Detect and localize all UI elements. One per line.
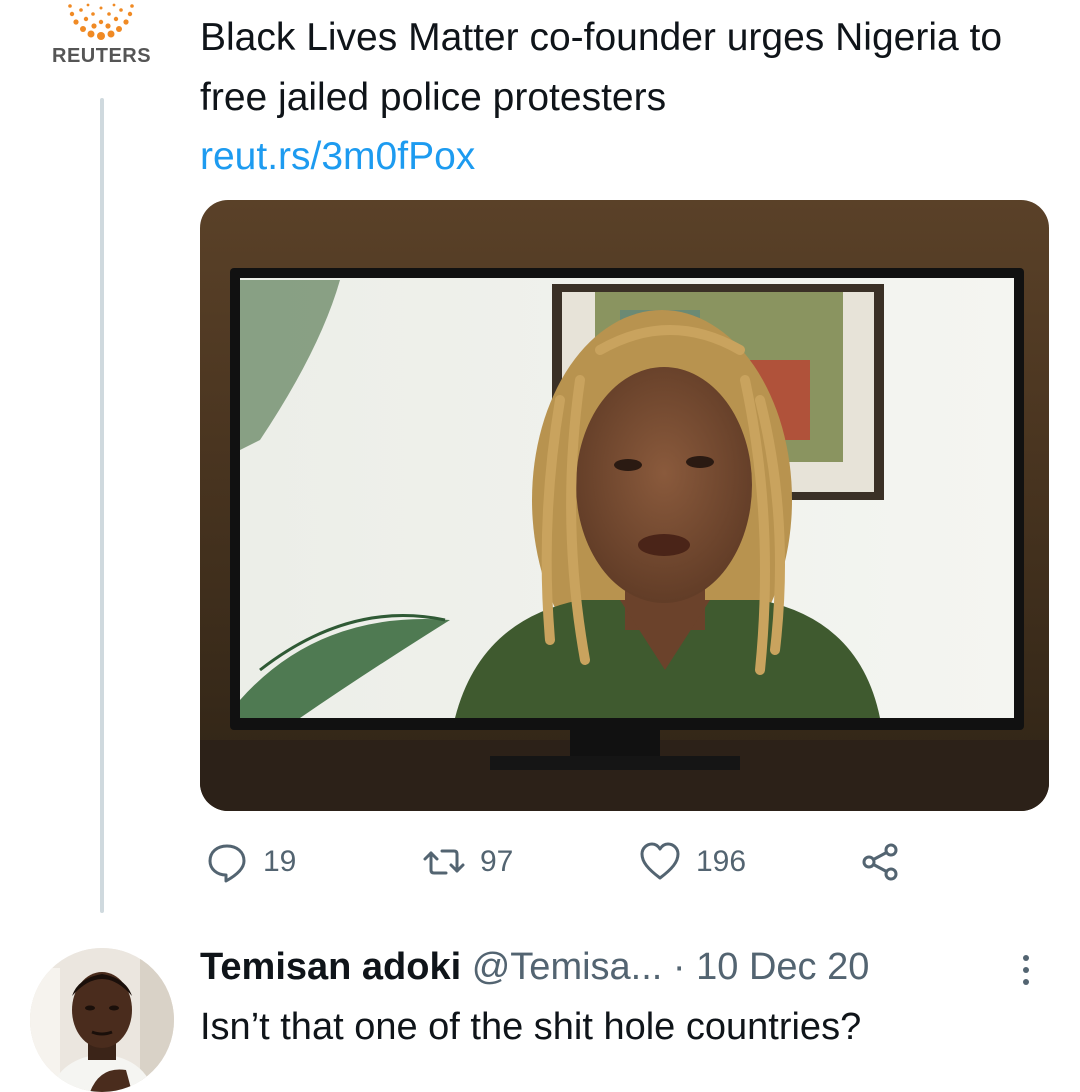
more-options-icon[interactable] xyxy=(1016,950,1036,990)
like-button[interactable]: 196 xyxy=(638,840,746,884)
reply-button[interactable]: 19 xyxy=(205,840,296,884)
like-count: 196 xyxy=(696,845,747,878)
share-icon xyxy=(862,843,898,881)
reply-count: 19 xyxy=(263,845,297,878)
tweet-link[interactable]: reut.rs/3m0fPox xyxy=(200,132,475,182)
reply-icon xyxy=(208,844,246,883)
reuters-logo-icon xyxy=(68,3,134,40)
avatar[interactable] xyxy=(30,948,174,1092)
retweet-count: 97 xyxy=(480,845,514,878)
reply-text: Isn’t that one of the shit hole countrie… xyxy=(200,1006,862,1048)
author-logo-text[interactable]: REUTERS xyxy=(52,45,151,68)
tweet-text: Black Lives Matter co-founder urges Nige… xyxy=(200,16,1003,119)
tweet-media-image[interactable] xyxy=(200,200,1049,811)
heart-icon xyxy=(640,842,680,880)
reply-author-name[interactable]: Temisan adoki xyxy=(200,946,461,988)
thread-line xyxy=(100,98,104,913)
reply-author-handle[interactable]: @Temisa... xyxy=(472,946,663,988)
retweet-button[interactable]: 97 xyxy=(422,840,513,884)
retweet-icon xyxy=(423,849,465,875)
reply-date[interactable]: 10 Dec 20 xyxy=(696,946,869,988)
reply-header: Temisan adoki @Temisa... · 10 Dec 20 xyxy=(200,944,869,990)
reply-separator: · xyxy=(672,946,686,988)
share-button[interactable] xyxy=(858,840,902,884)
